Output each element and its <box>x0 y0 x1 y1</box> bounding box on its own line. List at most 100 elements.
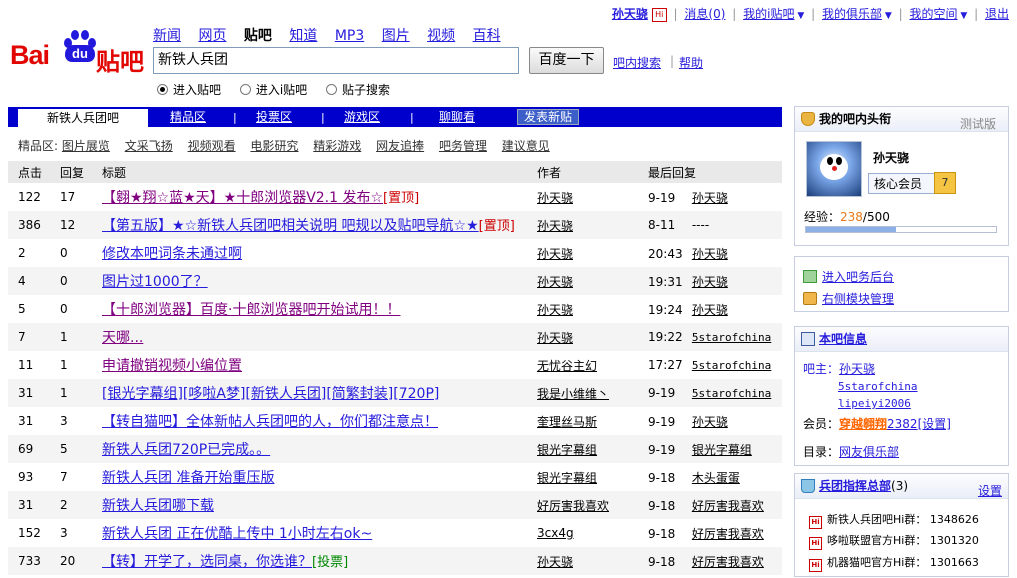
baidu-tieba-logo[interactable]: Bai du 贴吧 <box>8 26 148 76</box>
nav-video[interactable]: 视频 <box>427 28 455 44</box>
last-reply-user-link[interactable]: 5starofchina <box>692 359 771 372</box>
member-label: 会员： <box>803 417 840 431</box>
thread-title-link[interactable]: 图片过1000了？ <box>102 274 208 290</box>
my-ibar-link[interactable]: 我的i贴吧 <box>743 7 794 21</box>
radio-icon[interactable] <box>326 84 338 95</box>
author-link[interactable]: 银光字幕组 <box>537 471 597 485</box>
inbar-search-link[interactable]: 吧内搜索 <box>613 54 661 71</box>
last-reply-user-link[interactable]: 木头蛋蛋 <box>692 471 740 485</box>
my-club-link[interactable]: 我的俱乐部 <box>822 7 882 21</box>
enter-admin-link[interactable]: 进入吧务后台 <box>822 270 894 284</box>
search-button[interactable]: 百度一下 <box>529 47 604 74</box>
search-input[interactable]: 新铁人兵团 <box>153 47 519 74</box>
thread-title-link[interactable]: 新铁人兵团哪下载 <box>102 498 214 514</box>
member-count-link[interactable]: 2382 <box>887 417 918 431</box>
nav-images[interactable]: 图片 <box>382 28 410 44</box>
subnav-item[interactable]: 视频观看 <box>188 139 236 153</box>
subnav-item[interactable]: 精彩游戏 <box>313 139 361 153</box>
member-name-link[interactable]: 穿越翱翔 <box>839 417 887 431</box>
tab-featured[interactable]: 精品区 <box>170 109 206 125</box>
messages-link[interactable]: 消息(0) <box>684 7 725 21</box>
author-link[interactable]: 奎理丝马斯 <box>537 415 597 429</box>
subnav-item[interactable]: 文采飞扬 <box>125 139 173 153</box>
help-link[interactable]: 帮助 <box>679 54 703 71</box>
thread-title-link[interactable]: 申请撤销视频小编位置 <box>102 358 242 374</box>
radio-post-search[interactable]: 贴子搜索 <box>326 83 390 97</box>
subnav-item[interactable]: 电影研究 <box>250 139 298 153</box>
author-link[interactable]: 孙天骁 <box>537 247 573 261</box>
thread-title-link[interactable]: 【十郎浏览器】百度·十郎浏览器吧开始试用！！ <box>102 302 400 318</box>
dropdown-arrow-icon[interactable]: ▼ <box>957 11 967 21</box>
logout-link[interactable]: 退出 <box>985 7 1009 21</box>
thread-title-link[interactable]: 【转】开学了，选同桌，你选谁？ <box>102 554 312 570</box>
last-reply-user-link[interactable]: 孙天骁 <box>692 415 728 429</box>
subnav-item[interactable]: 吧务管理 <box>439 139 487 153</box>
thread-title-link[interactable]: 新铁人兵团720P已完成。。 <box>102 442 270 458</box>
hi-icon[interactable]: Hi <box>651 7 667 22</box>
radio-selected-icon[interactable] <box>157 84 168 95</box>
nav-zhidao[interactable]: 知道 <box>289 28 317 44</box>
author-link[interactable]: 无忧谷主幻 <box>537 359 597 373</box>
tab-vote[interactable]: 投票区 <box>256 109 292 125</box>
my-space-link[interactable]: 我的空间 <box>909 7 957 21</box>
forum-info-title-link[interactable]: 本吧信息 <box>819 332 867 346</box>
member-setting-link[interactable]: [设置] <box>918 417 951 431</box>
nav-mp3[interactable]: MP3 <box>335 28 364 44</box>
avatar[interactable] <box>806 141 862 197</box>
last-reply-user-link[interactable]: 5starofchina <box>692 387 771 400</box>
radio-icon[interactable] <box>239 84 251 95</box>
new-post-button[interactable]: 发表新贴 <box>517 109 580 125</box>
author-link[interactable]: 孙天骁 <box>537 219 573 233</box>
directory-link[interactable]: 网友俱乐部 <box>839 445 899 459</box>
last-reply-user-link[interactable]: 孙天骁 <box>692 247 728 261</box>
thread-title-link[interactable]: [银光字幕组][哆啦A梦][新铁人兵团][简繁封装][720P] <box>102 386 439 402</box>
thread-title-link[interactable]: 【翱★翔☆蓝★天】★十郎浏览器V2.1 发布☆ <box>102 190 383 206</box>
radio-enter-tieba[interactable]: 进入贴吧 <box>157 83 221 97</box>
author-link[interactable]: 孙天骁 <box>537 303 573 317</box>
owner-link[interactable]: lipeiyi2006 <box>838 397 911 410</box>
group-title-link[interactable]: 兵团指挥总部 <box>819 479 891 493</box>
tab-games[interactable]: 游戏区 <box>344 109 380 125</box>
author-link[interactable]: 3cx4g <box>537 526 574 540</box>
group-item[interactable]: Hi 哆啦联盟官方Hi群： 1301320 <box>809 532 979 550</box>
author-link[interactable]: 孙天骁 <box>537 555 573 569</box>
last-reply-user-link[interactable]: 孙天骁 <box>692 275 728 289</box>
thread-title-link[interactable]: 【转自猫吧】全体新帖人兵团吧的人，你们都注意点！ <box>102 414 438 430</box>
author-link[interactable]: 银光字幕组 <box>537 443 597 457</box>
thread-title-link[interactable]: 新铁人兵团 正在优酷上传中 1小时左右ok~ <box>102 526 372 542</box>
dropdown-arrow-icon[interactable]: ▼ <box>882 11 892 21</box>
group-item[interactable]: Hi 机器猫吧官方Hi群： 1301663 <box>809 554 979 572</box>
last-reply-user-link[interactable]: 5starofchina <box>692 331 771 344</box>
radio-enter-ibar[interactable]: 进入i贴吧 <box>239 83 307 97</box>
thread-title-link[interactable]: 【第五版】★☆新铁人兵团吧相关说明 吧规以及贴吧导航☆★ <box>102 218 479 234</box>
last-reply-user-link[interactable]: 孙天骁 <box>692 191 728 205</box>
owner-link[interactable]: 孙天骁 <box>839 362 875 376</box>
username-link[interactable]: 孙天骁 <box>612 7 648 21</box>
last-reply-user-link[interactable]: 好厉害我喜欢 <box>692 499 764 513</box>
tab-forum-home[interactable]: 新铁人兵团吧 <box>18 109 148 128</box>
group-setting-link[interactable]: 设置 <box>978 479 1002 503</box>
last-reply-user-link[interactable]: 好厉害我喜欢 <box>692 527 764 541</box>
tab-chat[interactable]: 聊聊看 <box>439 109 475 125</box>
group-item[interactable]: Hi 新铁人兵团吧Hi群： 1348626 <box>809 511 979 529</box>
subnav-item[interactable]: 网友追捧 <box>376 139 424 153</box>
author-link[interactable]: 孙天骁 <box>537 331 573 345</box>
thread-title-link[interactable]: 新铁人兵团 准备开始重压版 <box>102 470 274 486</box>
author-link[interactable]: 我是小维维丶 <box>537 387 609 401</box>
owner-link[interactable]: 5starofchina <box>838 380 917 393</box>
last-reply-user-link[interactable]: 孙天骁 <box>692 303 728 317</box>
thread-title-link[interactable]: 天哪... <box>102 330 143 346</box>
dropdown-arrow-icon[interactable]: ▼ <box>794 11 804 21</box>
author-link[interactable]: 好厉害我喜欢 <box>537 499 609 513</box>
manage-modules-link[interactable]: 右侧模块管理 <box>822 292 894 306</box>
nav-web[interactable]: 网页 <box>198 28 226 44</box>
author-link[interactable]: 孙天骁 <box>537 275 573 289</box>
last-reply-user-link[interactable]: 好厉害我喜欢 <box>692 555 764 569</box>
nav-baike[interactable]: 百科 <box>473 28 501 44</box>
last-reply-user-link[interactable]: 银光字幕组 <box>692 443 752 457</box>
subnav-item[interactable]: 建议意见 <box>502 139 550 153</box>
thread-title-link[interactable]: 修改本吧词条未通过啊 <box>102 246 242 262</box>
nav-news[interactable]: 新闻 <box>153 28 181 44</box>
author-link[interactable]: 孙天骁 <box>537 191 573 205</box>
subnav-item[interactable]: 图片展览 <box>62 139 110 153</box>
